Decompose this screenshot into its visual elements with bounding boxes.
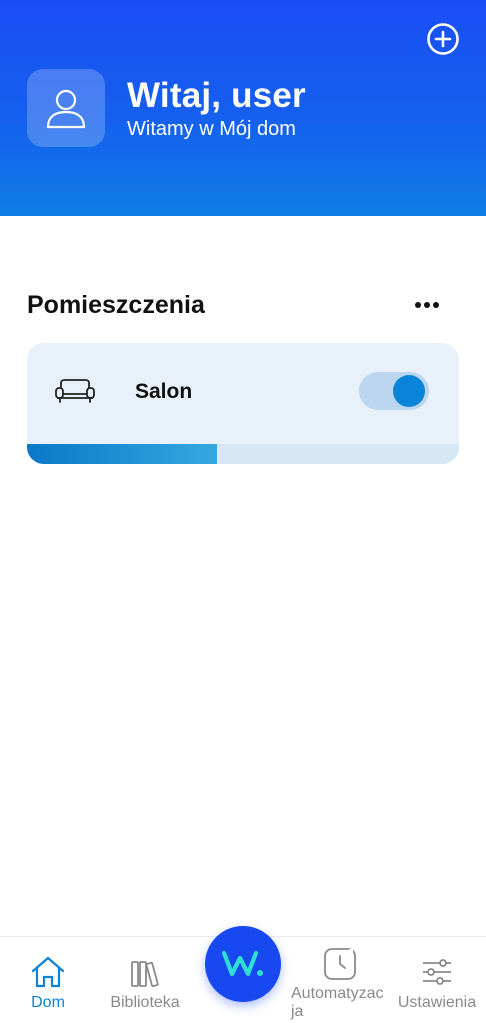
section-title: Pomieszczenia — [27, 291, 205, 319]
clock-icon — [324, 948, 356, 980]
header: Witaj, user Witamy w Mój dom — [0, 0, 486, 216]
nav-label-dom: Dom — [31, 994, 65, 1011]
nav-item-automatyzacja[interactable]: Automatyzac ja — [289, 937, 391, 1023]
nav-item-ustawienia[interactable]: Ustawienia — [393, 937, 481, 1023]
more-options-button[interactable] — [408, 292, 446, 318]
plus-circle-icon — [427, 23, 459, 55]
library-icon — [131, 961, 159, 988]
room-progress-bar — [27, 444, 459, 464]
center-action-button[interactable] — [205, 926, 281, 1002]
room-card-salon[interactable]: Salon — [27, 343, 459, 464]
toggle-knob — [393, 375, 425, 407]
nav-item-dom[interactable]: Dom — [10, 937, 86, 1023]
w-logo-icon — [221, 950, 263, 977]
avatar[interactable] — [27, 69, 105, 147]
home-icon — [31, 956, 65, 988]
greeting-subtitle: Witamy w Mój dom — [127, 118, 296, 140]
sliders-icon — [423, 959, 451, 985]
add-button[interactable] — [424, 20, 462, 58]
room-progress-fill — [27, 444, 218, 464]
room-power-toggle[interactable] — [359, 372, 429, 410]
nav-label-automatyzacja: Automatyzac ja — [291, 985, 384, 1020]
more-horizontal-icon — [415, 302, 439, 308]
sofa-icon — [55, 379, 95, 403]
nav-label-biblioteka: Biblioteka — [110, 994, 180, 1011]
nav-label-ustawienia: Ustawienia — [397, 994, 477, 1011]
room-name: Salon — [135, 380, 193, 403]
nav-item-biblioteka[interactable]: Biblioteka — [100, 937, 190, 1023]
user-icon — [46, 89, 86, 129]
greeting-title: Witaj, user — [127, 76, 306, 115]
